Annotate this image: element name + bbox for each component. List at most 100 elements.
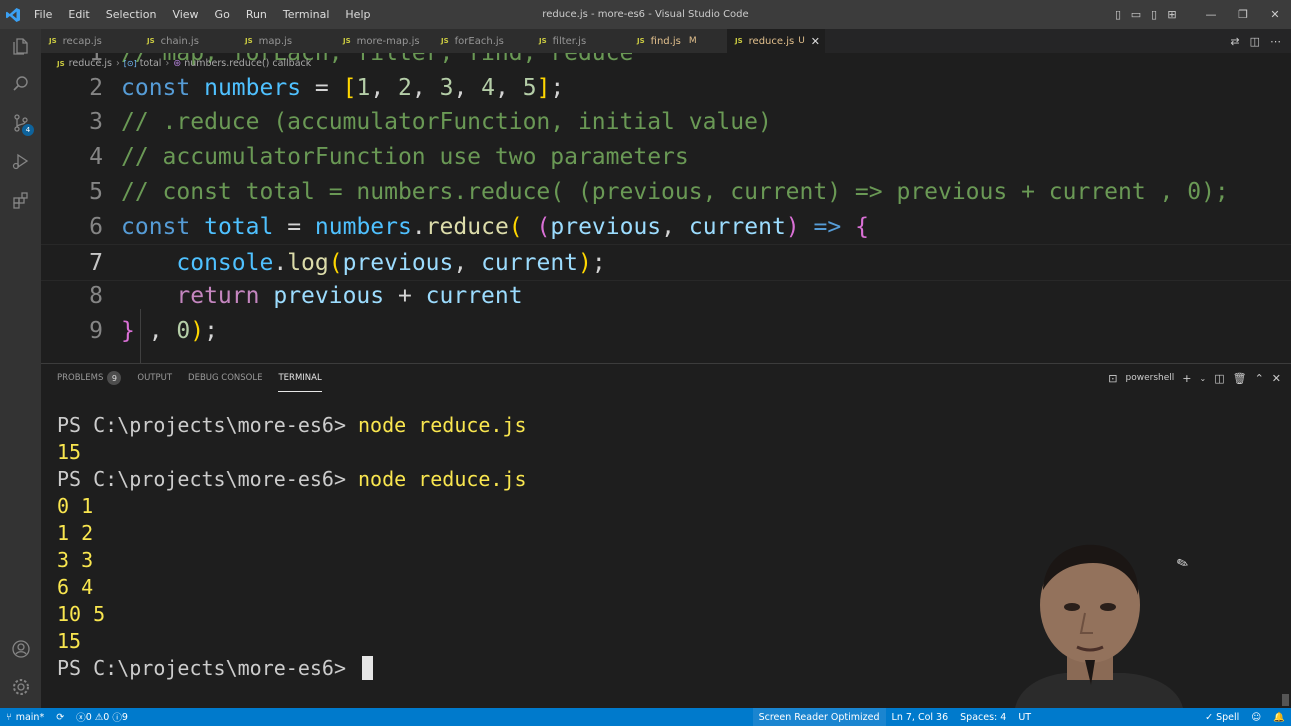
breadcrumb-symbol-total[interactable]: total [140,58,162,69]
variable-symbol-icon: [⊙] [123,59,137,68]
split-editor-icon[interactable]: ◫ [1250,35,1260,48]
close-tab-icon[interactable]: ✕ [811,35,820,48]
screen-reader-mode[interactable]: Screen Reader Optimized [752,708,886,726]
trash-icon[interactable]: 🗑 [1233,372,1247,385]
terminal-output-line: 15 [57,438,81,465]
terminal-shell-label[interactable]: powershell [1126,373,1175,383]
error-icon: ⓧ [76,713,86,724]
toggle-sidebar-icon[interactable]: ▯ [1109,8,1127,21]
tab-more-map[interactable]: JS more-map.js [335,29,433,53]
close-panel-icon[interactable]: ✕ [1272,372,1281,385]
terminal-output-line: 1 2 [57,519,93,546]
menu-file[interactable]: File [26,8,60,21]
vscode-logo-icon [0,0,26,29]
code-text: // accumulatorFunction use two parameter… [121,143,689,170]
code-line[interactable]: 8 return previous + current [41,278,1291,313]
code-line[interactable]: 6 const total = numbers.reduce( (previous… [41,209,1291,244]
editor-actions: ⇄ ◫ ⋯ [1230,29,1281,53]
menu-selection[interactable]: Selection [98,8,165,21]
code-text: return previous + current [176,282,523,309]
menu-run[interactable]: Run [238,8,275,21]
manage-gear-icon[interactable] [10,676,32,698]
warning-icon: ⚠ [94,711,104,723]
explorer-icon[interactable] [10,35,32,57]
panel-actions: ⊡ powershell + ⌄ ◫ 🗑 ⌃ ✕ [1108,364,1281,392]
code-line[interactable]: 3 // .reduce (accumulatorFunction, initia… [41,104,1291,139]
split-terminal-icon[interactable]: ◫ [1214,372,1224,385]
accounts-icon[interactable] [10,638,32,660]
code-line[interactable]: 4 // accumulatorFunction use two paramete… [41,139,1291,174]
terminal-cursor [361,655,373,680]
indentation[interactable]: Spaces: 4 [954,708,1012,726]
code-text: const total = numbers.reduce( (previous,… [121,213,869,240]
tab-problems[interactable]: PROBLEMS 9 [57,364,122,392]
encoding[interactable]: UT [1012,708,1037,726]
terminal-command-line: PS C:\projects\more-es6> [57,654,373,681]
menu-help[interactable]: Help [337,8,378,21]
menu-edit[interactable]: Edit [60,8,97,21]
tab-debug-console-label: DEBUG CONSOLE [188,373,263,383]
code-line[interactable]: 2 const numbers = [1, 2, 3, 4, 5]; [41,70,1291,105]
maximize-panel-icon[interactable]: ⌃ [1255,372,1264,385]
tab-reduce[interactable]: JS reduce.js U ✕ [727,29,825,53]
extensions-icon[interactable] [10,189,32,211]
breadcrumb-file[interactable]: reduce.js [69,58,112,69]
code-line[interactable]: 9} , 0); [41,313,1291,348]
tab-label: find.js [650,35,681,47]
code-line[interactable]: 5 // const total = numbers.reduce( (previ… [41,174,1291,209]
activity-bar: 4 [0,29,41,708]
spell-check[interactable]: ✓ Spell [1199,708,1245,726]
breadcrumb-symbol-callback[interactable]: numbers.reduce() callback [184,58,311,69]
more-actions-icon[interactable]: ⋯ [1270,35,1281,48]
search-icon[interactable] [10,73,32,95]
tab-label: map.js [258,35,293,47]
code-line[interactable]: 7 console.log(previous, current); [41,244,1291,281]
open-changes-icon[interactable]: ⇄ [1230,35,1239,48]
sync-icon[interactable]: ⟳ [50,708,70,726]
menu-go[interactable]: Go [207,8,238,21]
restore-button[interactable]: ❐ [1227,8,1259,21]
status-hidden-area [1037,708,1199,726]
notifications-bell-icon[interactable]: 🔔 [1267,708,1291,726]
new-terminal-icon[interactable]: + [1182,372,1191,385]
tab-terminal[interactable]: TERMINAL [278,364,322,392]
tab-chain[interactable]: JS chain.js [139,29,237,53]
close-window-button[interactable]: ✕ [1259,8,1291,21]
status-bar: ⑂ main* ⟳ ⓧ 0 ⚠ 0 ⓘ 9 Screen Reader Opti… [0,708,1291,726]
code-editor[interactable]: 1// map, forEach, filter, find, reduce2c… [41,53,1291,363]
js-file-icon: JS [49,37,57,45]
tab-output[interactable]: OUTPUT [137,364,172,392]
chevron-right-icon: › [115,58,120,69]
feedback-icon[interactable]: ☺ [1245,708,1267,726]
webcam-overlay [1005,535,1185,708]
tab-debug-console[interactable]: DEBUG CONSOLE [188,364,262,392]
method-symbol-icon: ⊛ [173,58,182,69]
run-debug-icon[interactable] [10,150,32,172]
tab-filter[interactable]: JS filter.js [531,29,629,53]
terminal-output: 3 3 [57,547,94,572]
tab-map[interactable]: JS map.js [237,29,335,53]
tab-find[interactable]: JS find.js M [629,29,727,53]
toggle-panel-icon[interactable]: ▭ [1127,8,1145,21]
line-number: 4 [89,143,103,170]
tab-label: filter.js [552,35,587,47]
terminal-output: 10 5 [57,601,106,626]
info-count: 9 [121,711,128,723]
scrollbar[interactable] [1282,694,1289,706]
tab-problems-label: PROBLEMS [57,373,104,383]
minimize-button[interactable]: — [1195,8,1227,21]
chevron-down-icon[interactable]: ⌄ [1199,374,1206,383]
cursor-position[interactable]: Ln 7, Col 36 [886,708,955,726]
line-number: 5 [89,178,103,205]
tab-recap[interactable]: JS recap.js [41,29,139,53]
problems-indicator[interactable]: ⓧ 0 ⚠ 0 ⓘ 9 [70,708,134,726]
menu-terminal[interactable]: Terminal [275,8,338,21]
customize-layout-icon[interactable]: ⊞ [1163,8,1181,21]
toggle-secondary-sidebar-icon[interactable]: ▯ [1145,8,1163,21]
tab-foreach[interactable]: JS forEach.js [433,29,531,53]
terminal-command-line: PS C:\projects\more-es6> node reduce.js [57,465,527,492]
js-file-icon: JS [637,37,645,45]
menu-view[interactable]: View [164,8,206,21]
terminal-output: 15 [57,439,82,464]
branch-indicator[interactable]: ⑂ main* [0,708,50,726]
